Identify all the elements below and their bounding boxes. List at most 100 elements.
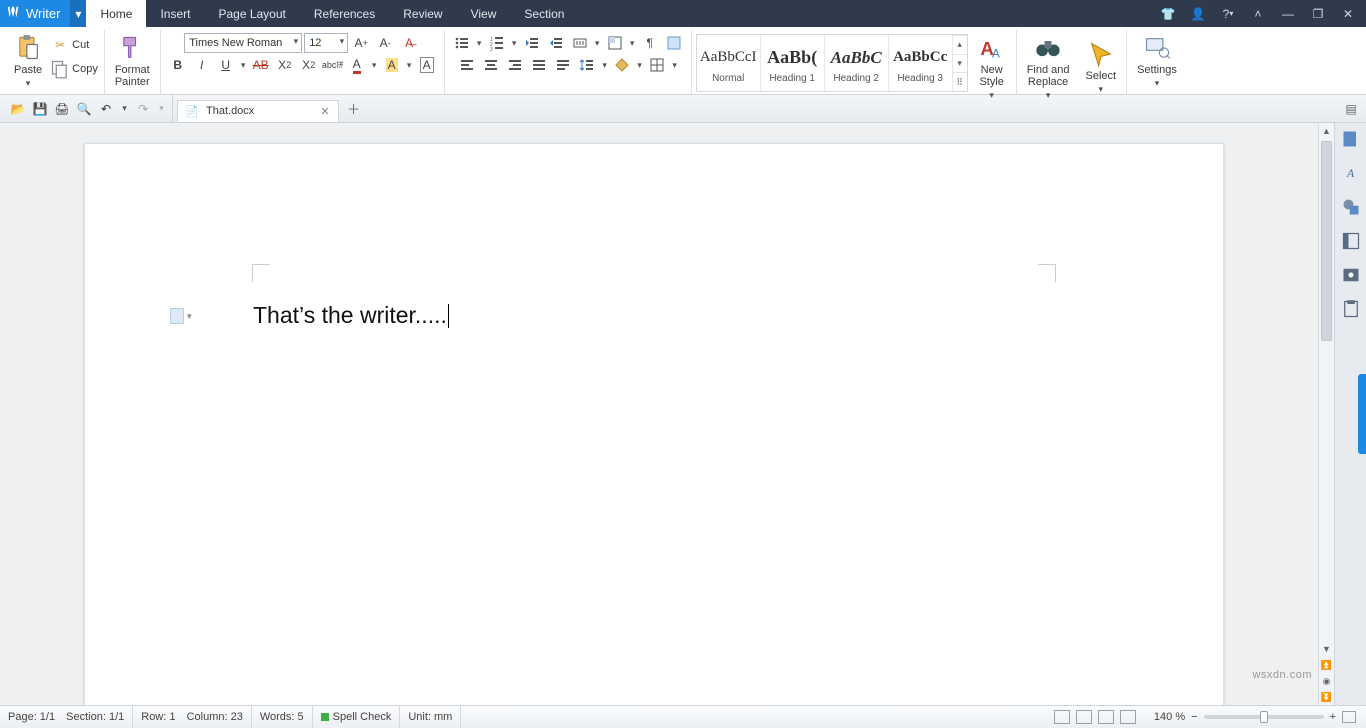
- view-print-layout-icon[interactable]: [1054, 710, 1070, 724]
- app-menu-button[interactable]: Writer: [0, 0, 70, 27]
- side-styles-icon[interactable]: A: [1341, 163, 1361, 183]
- phonetic-guide-button[interactable]: abc拼: [322, 55, 344, 75]
- numbering-dropdown-icon[interactable]: ▾: [510, 38, 519, 49]
- increase-indent-button[interactable]: [545, 33, 567, 53]
- cut-button[interactable]: ✂ Cut: [50, 34, 98, 56]
- style-heading-2[interactable]: AaBbC Heading 2: [825, 35, 889, 91]
- scroll-track[interactable]: [1319, 139, 1334, 641]
- minimize-ribbon-icon[interactable]: ˄: [1250, 6, 1266, 22]
- borders-button[interactable]: [604, 33, 626, 53]
- style-scroll-up-icon[interactable]: ▴: [953, 35, 967, 54]
- decrease-indent-button[interactable]: [521, 33, 543, 53]
- menu-insert[interactable]: Insert: [146, 0, 204, 27]
- style-normal[interactable]: AaBbCcI Normal: [697, 35, 761, 91]
- style-gallery-scroll[interactable]: ▴ ▾ ⠿: [953, 35, 967, 91]
- zoom-out-icon[interactable]: −: [1191, 711, 1197, 723]
- side-navigation-icon[interactable]: [1341, 231, 1361, 251]
- side-backup-icon[interactable]: [1341, 265, 1361, 285]
- tab-options-icon[interactable]: ▤: [1340, 98, 1362, 120]
- prev-page-icon[interactable]: ⏫: [1319, 657, 1334, 673]
- settings-dropdown-icon[interactable]: ▾: [1152, 78, 1161, 89]
- font-color-dropdown-icon[interactable]: ▾: [370, 60, 379, 71]
- browse-object-icon[interactable]: ◉: [1319, 673, 1334, 689]
- font-color-button[interactable]: A: [346, 55, 368, 75]
- menu-home[interactable]: Home: [86, 0, 146, 27]
- tab-dropdown-icon[interactable]: ▾: [593, 38, 602, 49]
- undo-dropdown-icon[interactable]: ▾: [120, 103, 129, 114]
- zoom-fit-icon[interactable]: [1342, 711, 1356, 723]
- clear-formatting-button[interactable]: A̶: [398, 33, 420, 53]
- document-body-text[interactable]: That’s the writer.....: [253, 302, 449, 329]
- select-button[interactable]: Select ▾: [1082, 32, 1121, 103]
- side-properties-icon[interactable]: [1341, 129, 1361, 149]
- underline-dropdown-icon[interactable]: ▾: [239, 60, 248, 71]
- paragraph-layout-button[interactable]: [663, 33, 685, 53]
- table-borders-button[interactable]: [646, 55, 668, 75]
- subscript-button[interactable]: X2: [298, 55, 320, 75]
- print-icon[interactable]: 🖨: [54, 101, 70, 117]
- skin-icon[interactable]: 👕: [1160, 6, 1176, 22]
- style-heading-1[interactable]: AaBb( Heading 1: [761, 35, 825, 91]
- align-distribute-button[interactable]: [552, 55, 574, 75]
- side-shapes-icon[interactable]: [1341, 197, 1361, 217]
- side-clipboard-icon[interactable]: [1341, 299, 1361, 319]
- paragraph-marker[interactable]: ▾: [170, 308, 192, 324]
- menu-section[interactable]: Section: [510, 0, 578, 27]
- menu-view[interactable]: View: [457, 0, 511, 27]
- side-panel-handle[interactable]: [1358, 374, 1366, 454]
- save-icon[interactable]: 💾: [32, 101, 48, 117]
- tab-stops-button[interactable]: [569, 33, 591, 53]
- view-fullscreen-icon[interactable]: [1120, 710, 1136, 724]
- grow-font-button[interactable]: A+: [350, 33, 372, 53]
- bullets-dropdown-icon[interactable]: ▾: [475, 38, 484, 49]
- status-words[interactable]: Words: 5: [252, 706, 313, 728]
- underline-button[interactable]: U: [215, 55, 237, 75]
- scroll-thumb[interactable]: [1321, 141, 1332, 341]
- highlight-dropdown-icon[interactable]: ▾: [405, 60, 414, 71]
- redo-icon[interactable]: ↷: [135, 101, 151, 117]
- align-left-button[interactable]: [456, 55, 478, 75]
- find-replace-button[interactable]: Find and Replace ▾: [1023, 32, 1074, 103]
- settings-button[interactable]: Settings ▾: [1133, 32, 1181, 91]
- zoom-value[interactable]: 140 %: [1154, 711, 1185, 723]
- new-style-dropdown-icon[interactable]: ▾: [987, 90, 996, 101]
- status-page[interactable]: Page: 1/1 Section: 1/1: [0, 706, 133, 728]
- italic-button[interactable]: I: [191, 55, 213, 75]
- undo-icon[interactable]: ↶: [98, 101, 114, 117]
- print-preview-icon[interactable]: 🔍: [76, 101, 92, 117]
- vertical-scrollbar[interactable]: ▲ ▼ ⏫ ◉ ⏬: [1318, 123, 1334, 705]
- find-replace-dropdown-icon[interactable]: ▾: [1044, 90, 1053, 101]
- table-borders-dropdown-icon[interactable]: ▾: [670, 60, 679, 71]
- window-minimize-icon[interactable]: —: [1280, 6, 1296, 22]
- zoom-in-icon[interactable]: +: [1330, 711, 1336, 723]
- menu-references[interactable]: References: [300, 0, 389, 27]
- numbering-button[interactable]: 123: [486, 33, 508, 53]
- zoom-slider[interactable]: [1204, 715, 1324, 719]
- document-tab[interactable]: 📄 That.docx ✕: [177, 100, 339, 122]
- new-style-button[interactable]: AA New Style ▾: [974, 32, 1010, 103]
- shading-dropdown-icon[interactable]: ▾: [635, 60, 644, 71]
- paragraph-dropdown-icon[interactable]: ▾: [187, 311, 192, 322]
- align-right-button[interactable]: [504, 55, 526, 75]
- paste-dropdown-icon[interactable]: ▾: [24, 78, 33, 89]
- font-name-select[interactable]: Times New Roman: [184, 33, 302, 53]
- scroll-down-icon[interactable]: ▼: [1319, 641, 1334, 657]
- window-close-icon[interactable]: ✕: [1340, 6, 1356, 22]
- select-dropdown-icon[interactable]: ▾: [1096, 84, 1105, 95]
- next-page-icon[interactable]: ⏬: [1319, 689, 1334, 705]
- paste-button[interactable]: Paste ▾: [10, 32, 46, 91]
- shading-button[interactable]: [611, 55, 633, 75]
- close-tab-icon[interactable]: ✕: [320, 105, 329, 118]
- status-spellcheck[interactable]: Spell Check: [313, 706, 401, 728]
- open-icon[interactable]: 📂: [10, 101, 26, 117]
- line-spacing-button[interactable]: [576, 55, 598, 75]
- bullets-button[interactable]: [451, 33, 473, 53]
- format-painter-button[interactable]: Format Painter: [111, 32, 154, 90]
- menu-review[interactable]: Review: [389, 0, 456, 27]
- status-unit[interactable]: Unit: mm: [400, 706, 461, 728]
- status-position[interactable]: Row: 1 Column: 23: [133, 706, 252, 728]
- shrink-font-button[interactable]: A-: [374, 33, 396, 53]
- bold-button[interactable]: B: [167, 55, 189, 75]
- line-spacing-dropdown-icon[interactable]: ▾: [600, 60, 609, 71]
- align-center-button[interactable]: [480, 55, 502, 75]
